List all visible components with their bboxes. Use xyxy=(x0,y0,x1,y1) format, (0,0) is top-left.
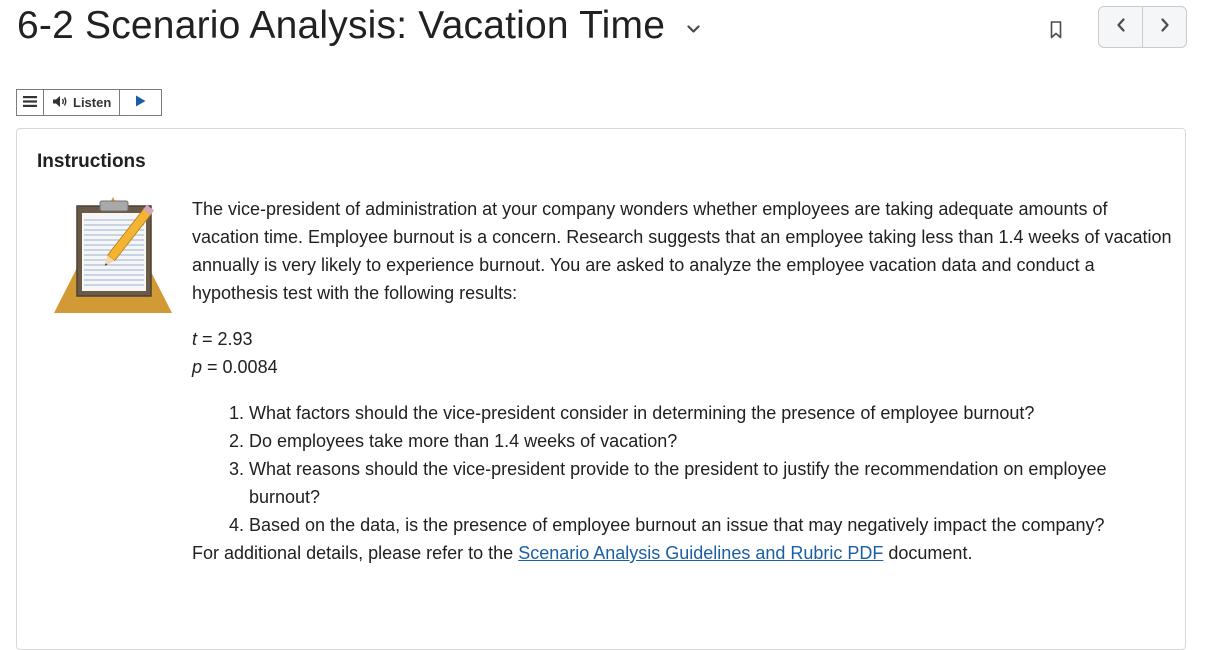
list-item: What factors should the vice-president c… xyxy=(249,399,1172,427)
play-icon xyxy=(135,94,146,112)
instructions-panel: Instructions The vice-president of admin… xyxy=(16,128,1186,650)
title-row: 6-2 Scenario Analysis: Vacation Time xyxy=(17,4,701,48)
chevron-right-icon xyxy=(1160,17,1170,37)
play-button[interactable] xyxy=(120,94,161,112)
clipboard-with-pencil-icon xyxy=(53,189,173,320)
p-value: p = 0.0084 xyxy=(192,353,1172,381)
test-results: t = 2.93 p = 0.0084 xyxy=(192,325,1172,381)
list-item: What reasons should the vice-president p… xyxy=(249,455,1172,511)
list-item: Based on the data, is the presence of em… xyxy=(249,511,1172,539)
p-symbol: p xyxy=(192,357,203,377)
footer-text-after: document. xyxy=(883,543,973,563)
listen-button[interactable]: Listen xyxy=(44,90,121,115)
footer-text-before: For additional details, please refer to … xyxy=(192,543,519,563)
menu-icon xyxy=(23,94,37,112)
page-title: 6-2 Scenario Analysis: Vacation Time xyxy=(17,4,666,47)
list-item: Do employees take more than 1.4 weeks of… xyxy=(249,427,1172,455)
listen-label: Listen xyxy=(73,95,112,110)
rubric-pdf-link[interactable]: Scenario Analysis Guidelines and Rubric … xyxy=(518,543,883,563)
instructions-heading: Instructions xyxy=(37,151,146,172)
readspeaker-menu-button[interactable] xyxy=(17,90,44,115)
topic-navigation xyxy=(1098,6,1187,48)
bookmark-icon[interactable] xyxy=(1050,21,1062,39)
instructions-content: The vice-president of administration at … xyxy=(192,195,1172,567)
p-value-text: = 0.0084 xyxy=(202,357,278,377)
speaker-icon xyxy=(52,95,73,111)
intro-paragraph: The vice-president of administration at … xyxy=(192,199,1172,303)
t-value: = 2.93 xyxy=(197,329,253,349)
next-topic-button[interactable] xyxy=(1143,7,1186,47)
t-statistic: t = 2.93 xyxy=(192,325,1172,353)
chevron-left-icon xyxy=(1116,17,1126,37)
readspeaker-bar: Listen xyxy=(16,89,162,116)
previous-topic-button[interactable] xyxy=(1099,7,1143,47)
footer-note: For additional details, please refer to … xyxy=(192,539,1172,567)
chevron-down-icon[interactable] xyxy=(687,22,701,36)
question-list: What factors should the vice-president c… xyxy=(192,399,1172,539)
